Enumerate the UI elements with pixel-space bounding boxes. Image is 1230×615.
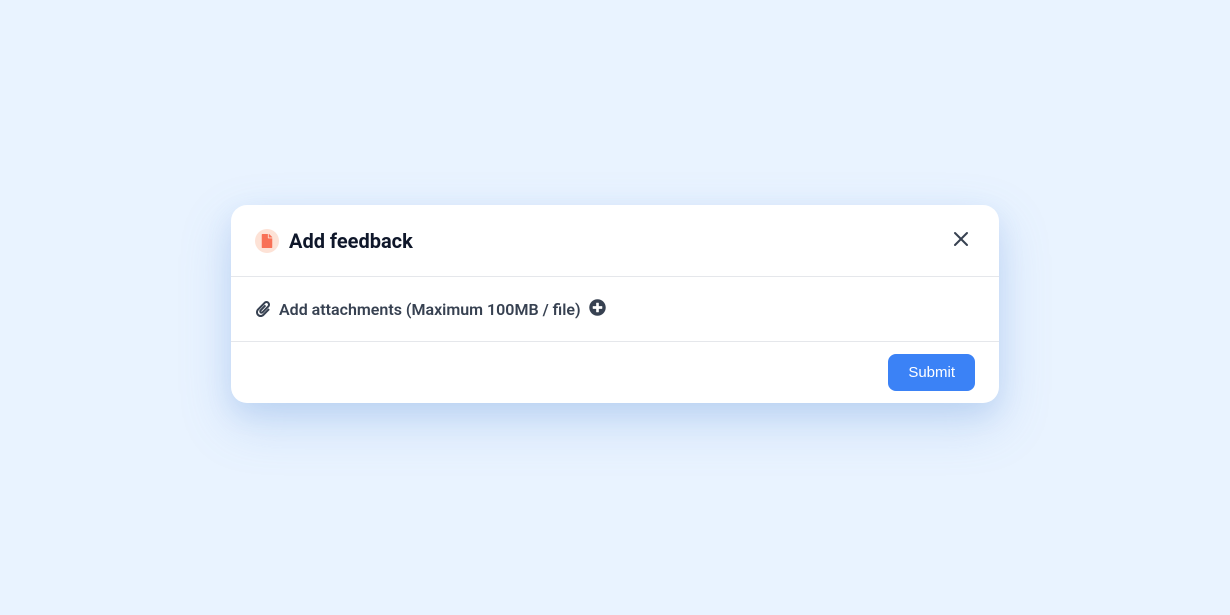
- attachments-row: Add attachments (Maximum 100MB / file): [255, 299, 975, 319]
- feedback-modal: Add feedback Add attachments (Maximum 10…: [231, 205, 999, 403]
- submit-button[interactable]: Submit: [888, 354, 975, 391]
- plus-circle-icon: [589, 299, 606, 319]
- modal-body: Add attachments (Maximum 100MB / file): [231, 277, 999, 342]
- modal-title: Add feedback: [289, 229, 413, 253]
- close-button[interactable]: [947, 225, 975, 256]
- modal-footer: Submit: [231, 342, 999, 403]
- close-icon: [953, 231, 969, 250]
- header-left: Add feedback: [255, 229, 413, 253]
- add-attachment-button[interactable]: [589, 299, 606, 319]
- paperclip-icon: [255, 301, 271, 317]
- modal-header: Add feedback: [231, 205, 999, 277]
- document-icon: [255, 229, 279, 253]
- attachments-label: Add attachments (Maximum 100MB / file): [279, 300, 581, 319]
